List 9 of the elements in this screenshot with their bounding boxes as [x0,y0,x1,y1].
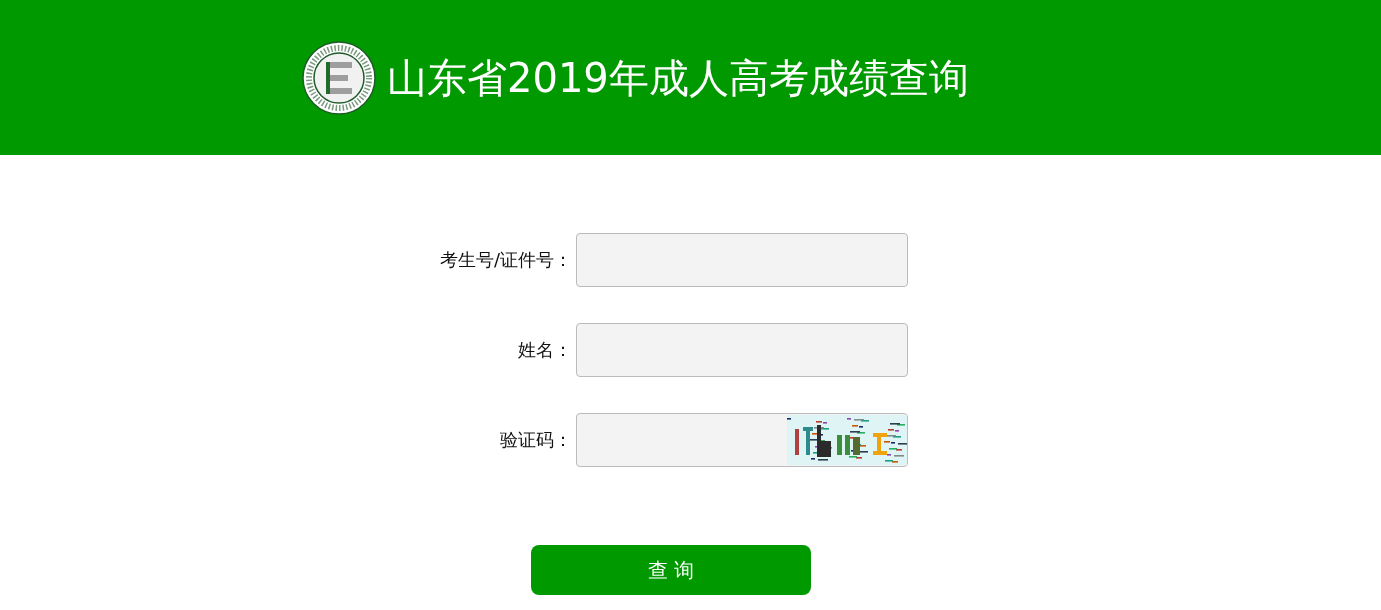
page-title: 山东省2019年成人高考成绩查询 [387,53,969,102]
field-label: 姓名： [518,338,572,362]
input-field[interactable] [576,233,908,287]
field-label: 验证码： [500,428,572,452]
logo-icon [302,41,376,115]
query-button[interactable]: 查询 [531,545,811,595]
field-label: 考生号/证件号： [439,248,572,272]
input-field[interactable] [576,323,908,377]
captcha-drawing[interactable] [787,415,907,465]
